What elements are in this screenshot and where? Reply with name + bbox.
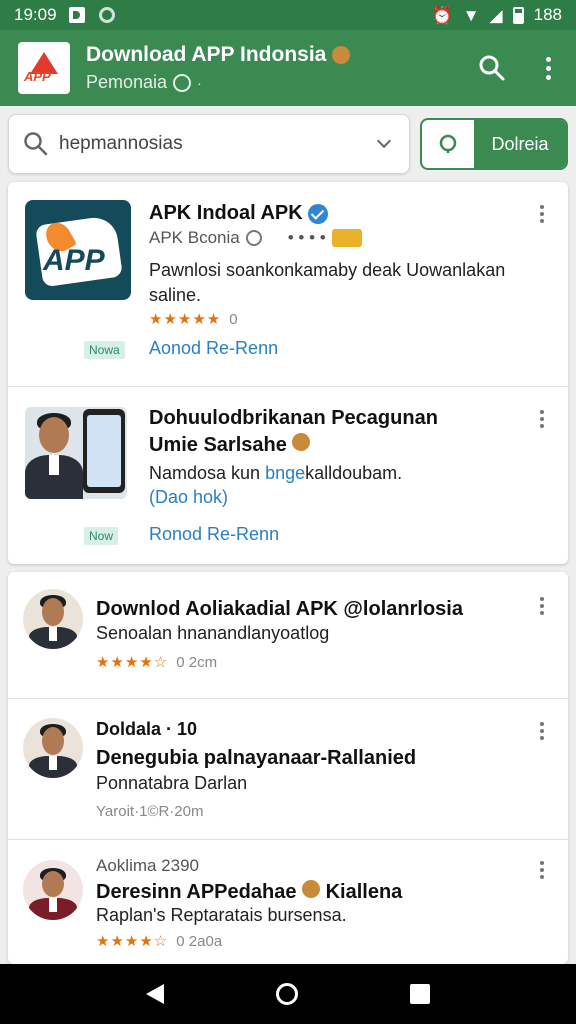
app-title: Download APP Indonsia: [86, 43, 464, 67]
item-meta: APK Bconia • • • •: [149, 228, 362, 248]
battery-icon: [512, 6, 524, 24]
app-title-text: Download APP Indonsia: [86, 43, 327, 66]
emoji-icon: [292, 433, 311, 451]
avatar: [23, 718, 83, 778]
results-card: Downlod Aoliakadial APK @lolanrlosia Sen…: [8, 572, 568, 964]
item-menu-button[interactable]: [530, 717, 554, 745]
result-title: Deresinn APPedahae Kiallena: [96, 880, 402, 904]
result-item[interactable]: Aoklima 2390 Deresinn APPedahae Kiallena…: [8, 840, 568, 964]
result-title-small: Aoklima 2390: [96, 856, 200, 875]
new-badge: Now: [84, 527, 119, 545]
search-input[interactable]: [59, 133, 373, 155]
app-logo-text: APP: [24, 69, 51, 84]
app-icon-text: APP: [43, 244, 105, 277]
wifi-icon: ▼: [462, 5, 480, 25]
item-rating: ★★★★★ 0: [149, 310, 238, 329]
app-logo: APP: [18, 42, 70, 94]
app-subtitle: Pemonaia ·: [86, 72, 464, 93]
notification-d-icon: [68, 7, 85, 23]
item-desc-link[interactable]: (Dao hok): [149, 485, 228, 510]
app-bar: APP Download APP Indonsia Pemonaia ·: [0, 30, 576, 106]
star-rating-icon: ★★★★☆: [96, 933, 169, 950]
avatar: [23, 589, 83, 649]
home-icon[interactable]: [276, 983, 298, 1005]
item-title-text: APK Indoal APK: [149, 202, 303, 224]
search-button[interactable]: [464, 40, 520, 96]
search-icon: [24, 132, 48, 156]
result-title-small: Doldala · 10: [96, 719, 198, 739]
featured-card: APP APK Indoal APK APK Bconia • • • • Pa…: [8, 182, 568, 564]
result-item[interactable]: Downlod Aoliakadial APK @lolanrlosia Sen…: [8, 572, 568, 698]
result-title-text: Deresinn APPedahae: [96, 881, 297, 903]
chevron-down-icon[interactable]: [376, 133, 392, 149]
new-badge: Nowa: [84, 341, 125, 359]
result-rating: ★★★★☆ 0 2a0a: [96, 932, 223, 951]
item-title-line2-text: Umie Sarlsahe: [149, 434, 287, 456]
rating-value: 0: [229, 310, 238, 328]
back-icon[interactable]: [146, 984, 164, 1004]
result-subtitle: Senoalan hnanandlanyoatlog: [96, 623, 330, 643]
battery-text: 188: [533, 5, 562, 24]
item-desc-post: kalldoubam.: [305, 463, 403, 483]
result-item[interactable]: Doldala · 10 Denegubia palnayanaar-Ralla…: [8, 699, 568, 839]
item-title: Dohuulodbrikanan Pecagunan: [149, 407, 438, 429]
system-nav-bar: [0, 964, 576, 1024]
item-title: APK Indoal APK: [149, 202, 329, 225]
item-desc-pre: Namdosa kun: [149, 463, 266, 483]
result-meta: 0 2a0a: [176, 932, 223, 950]
emoji-icon: [302, 880, 321, 898]
item-menu-button[interactable]: [530, 200, 554, 228]
star-rating-icon: ★★★★★: [149, 311, 222, 328]
status-bar: 19:09 ⏰ ▼ ◢ 188: [0, 0, 576, 30]
recents-icon[interactable]: [410, 984, 430, 1004]
search-submit-button[interactable]: Dolreia: [420, 118, 568, 170]
item-meta-text: APK Bconia: [149, 228, 240, 247]
clock-icon: [245, 230, 262, 246]
result-title: Denegubia palnayanaar-Rallanied: [96, 747, 417, 769]
search-row: Dolreia: [8, 114, 568, 174]
search-submit-label: Dolreia: [474, 120, 566, 168]
result-subtitle: Raplan's Reptaratais bursensa.: [96, 905, 347, 925]
emoji-icon: [332, 46, 351, 64]
more-vert-icon: [545, 56, 551, 80]
dot-separator: ·: [197, 74, 202, 91]
result-title-tail: Kiallena: [325, 881, 403, 903]
result-meta: 0 2cm: [176, 653, 218, 671]
install-link[interactable]: Aonod Re-Renn: [149, 338, 278, 359]
install-link[interactable]: Ronod Re-Renn: [149, 524, 279, 545]
check-circle-icon: [173, 73, 192, 92]
truck-icon: [331, 229, 362, 247]
featured-item[interactable]: Dohuulodbrikanan Pecagunan Umie Sarlsahe…: [8, 387, 568, 564]
item-menu-button[interactable]: [530, 856, 554, 884]
item-title-line2: Umie Sarlsahe: [149, 433, 311, 457]
result-title: Downlod Aoliakadial APK @lolanrlosia: [96, 598, 463, 620]
signal-icon: ◢: [489, 5, 503, 25]
featured-item[interactable]: APP APK Indoal APK APK Bconia • • • • Pa…: [8, 182, 568, 386]
search-icon: [439, 134, 457, 153]
item-desc: Pawnlosi soankonkamaby deak Uowanlakan s…: [149, 260, 506, 305]
result-meta: Yaroit·1©R·20m: [96, 803, 204, 820]
result-subtitle: Ponnatabra Darlan: [96, 773, 248, 793]
item-desc-highlight: bnge: [265, 463, 306, 483]
app-screenshot-icon: [25, 407, 127, 499]
app-icon: APP: [25, 200, 131, 300]
result-rating: ★★★★☆ 0 2cm: [96, 653, 218, 672]
alarm-icon: ⏰: [431, 5, 453, 25]
item-meta-dots: • • • •: [287, 228, 326, 247]
app-subtitle-text: Pemonaia: [86, 72, 168, 92]
status-time: 19:09: [14, 5, 57, 24]
avatar: [23, 860, 83, 920]
item-menu-button[interactable]: [530, 592, 554, 620]
settings-notif-icon: [98, 7, 115, 23]
star-rating-icon: ★★★★☆: [96, 654, 169, 671]
item-menu-button[interactable]: [530, 405, 554, 433]
overflow-menu-button[interactable]: [520, 40, 576, 96]
search-box[interactable]: [8, 114, 410, 174]
search-icon: [479, 55, 505, 81]
verified-icon: [308, 203, 329, 224]
item-desc: Namdosa kun bngekalldoubam.: [149, 461, 402, 486]
